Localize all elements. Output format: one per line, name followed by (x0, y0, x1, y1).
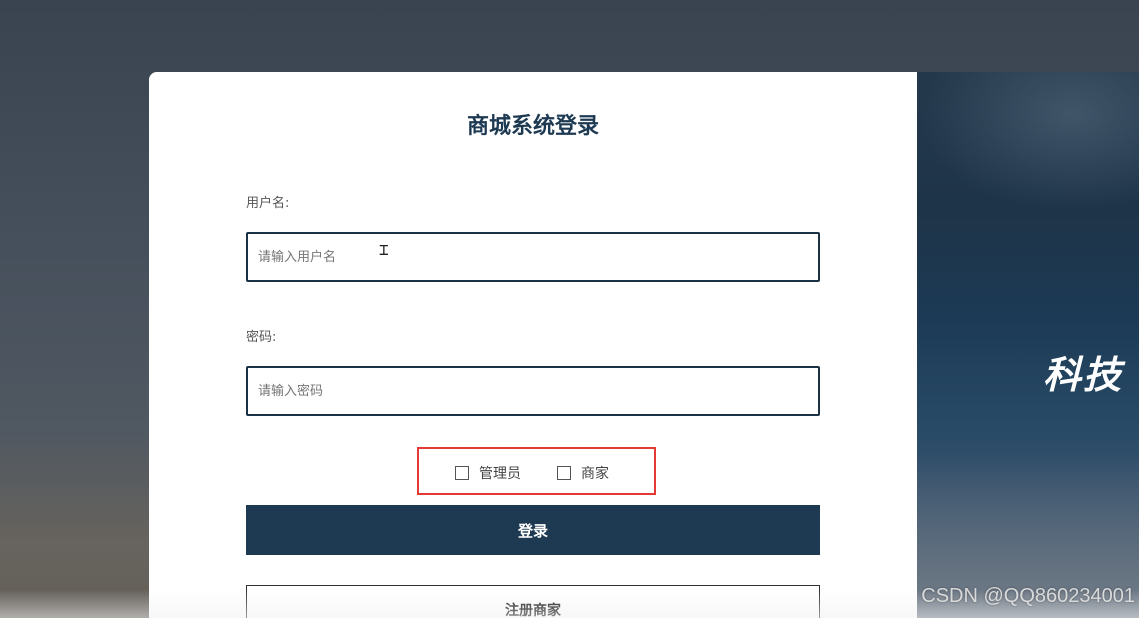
hero-sky (917, 72, 1139, 212)
login-button[interactable]: 登录 (246, 505, 820, 555)
username-field[interactable] (246, 232, 820, 282)
text-cursor-icon: ⌶ (379, 240, 389, 259)
admin-role-label: 管理员 (479, 466, 521, 482)
login-card: 商城系统登录 用户名: ⌶ 密码: 管理员 商家 登录 注册商家 科技 (149, 72, 1139, 618)
password-input[interactable] (248, 368, 818, 414)
username-input[interactable] (248, 234, 818, 280)
role-option-admin[interactable]: 管理员 (455, 463, 521, 483)
hero-text: 科技 (1043, 353, 1124, 397)
username-label: 用户名: (246, 196, 290, 211)
background-haze (0, 430, 160, 618)
merchant-role-label: 商家 (581, 466, 609, 482)
register-merchant-button[interactable]: 注册商家 (246, 585, 820, 618)
role-selector: 管理员 商家 (417, 447, 656, 495)
merchant-checkbox[interactable] (557, 466, 571, 480)
admin-checkbox[interactable] (455, 466, 469, 480)
page-title: 商城系统登录 (466, 114, 599, 139)
hero-image-panel: 科技 (917, 72, 1139, 618)
login-form-panel: 商城系统登录 用户名: ⌶ 密码: 管理员 商家 登录 注册商家 (149, 72, 917, 618)
password-field[interactable] (246, 366, 820, 416)
role-option-merchant[interactable]: 商家 (557, 463, 609, 483)
password-label: 密码: (246, 330, 277, 345)
watermark: CSDN @QQ860234001 (921, 585, 1135, 607)
